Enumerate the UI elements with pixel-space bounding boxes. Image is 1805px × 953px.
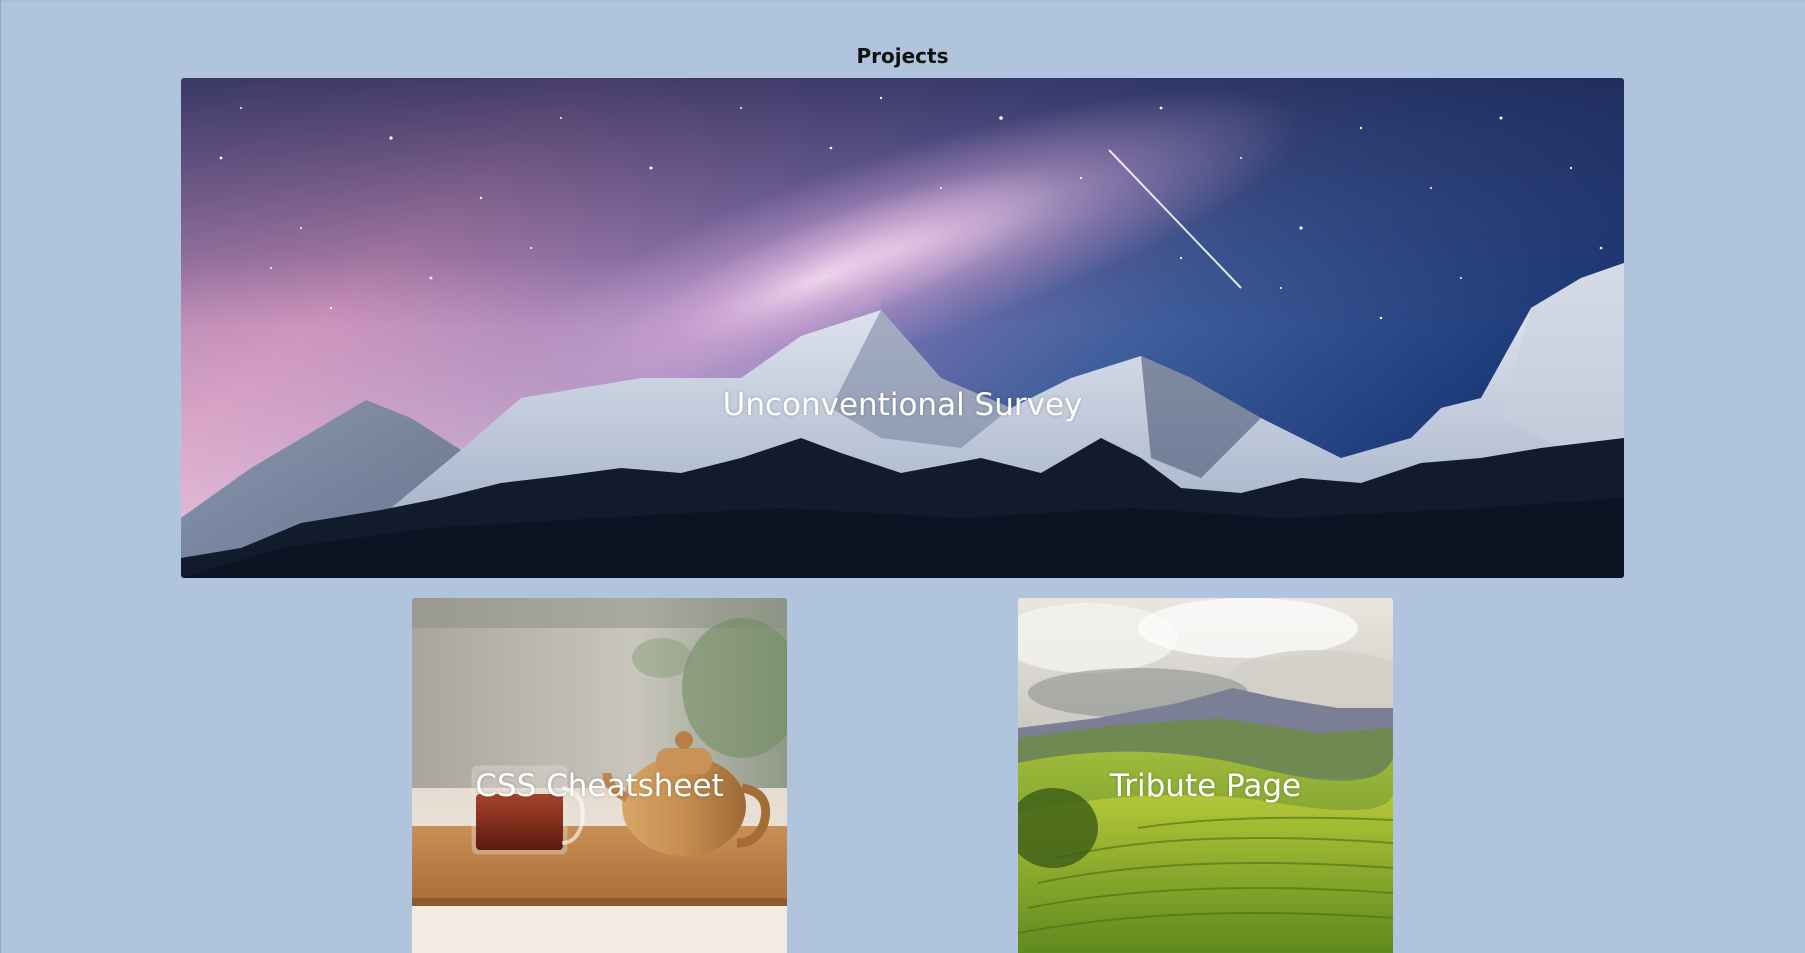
top-border <box>0 0 1805 2</box>
page-title: Projects <box>856 44 949 68</box>
left-border <box>0 0 1 953</box>
projects-page: Projects Unconventional Survey CSS Cheat… <box>0 0 1805 953</box>
project-title: Unconventional Survey <box>722 387 1083 423</box>
project-title: CSS Cheatsheet <box>475 768 724 804</box>
project-card-css-cheatsheet[interactable]: CSS Cheatsheet <box>412 598 787 953</box>
project-card-tribute-page[interactable]: Tribute Page <box>1018 598 1393 953</box>
project-card-unconventional-survey[interactable]: Unconventional Survey <box>181 78 1624 578</box>
project-title: Tribute Page <box>1109 768 1302 804</box>
starry-mountain-image <box>181 78 1624 578</box>
